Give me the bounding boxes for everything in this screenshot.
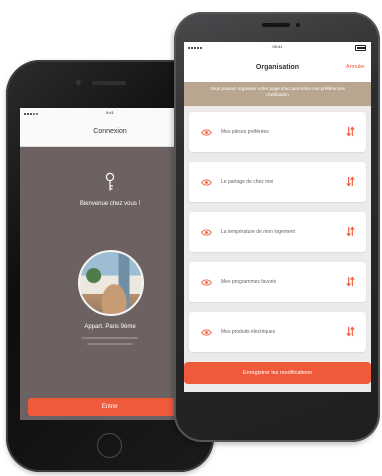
- earpiece-speaker: [92, 81, 126, 85]
- reorder-arrows-icon[interactable]: [345, 226, 356, 237]
- organisation-screen: 09:41 Organisation Annuler Vous pouvez o…: [184, 42, 371, 392]
- status-row: 09:41: [184, 44, 371, 51]
- list-item-label: Mes programmes favoris: [221, 279, 277, 285]
- status-time: 9:41: [106, 110, 114, 115]
- list-item-label: Le partage de chez moi: [221, 179, 274, 185]
- eye-icon[interactable]: [201, 179, 212, 186]
- right-phone: 09:41 Organisation Annuler Vous pouvez o…: [174, 12, 380, 442]
- cancel-button[interactable]: Annuler: [346, 53, 365, 82]
- eye-icon[interactable]: [201, 229, 212, 236]
- list-item-label: Mes produits électriques: [221, 329, 276, 335]
- front-camera: [296, 23, 300, 27]
- save-button[interactable]: Enregistrer les modifications: [184, 362, 371, 384]
- enter-button[interactable]: Entrer: [28, 398, 192, 416]
- nav-header: Organisation Annuler: [184, 53, 371, 83]
- status-bar: 9:41: [20, 110, 200, 117]
- list-item-label: Mes pièces préférées: [221, 129, 269, 135]
- status-bar: 09:41: [184, 42, 371, 53]
- list-item[interactable]: Mes pièces préférées: [189, 112, 366, 152]
- page-title: Organisation: [255, 64, 300, 71]
- page-title: Connexion: [93, 128, 127, 135]
- eye-icon[interactable]: [201, 329, 212, 336]
- list-item[interactable]: Mes programmes favoris: [189, 262, 366, 302]
- home-name: Appart. Paris 9ème: [84, 324, 136, 330]
- reorder-arrows-icon[interactable]: [345, 326, 356, 337]
- home-photo-avatar[interactable]: [78, 250, 144, 316]
- reorder-arrows-icon[interactable]: [345, 176, 356, 187]
- home-subtext-line: [82, 337, 138, 339]
- reorder-arrows-icon[interactable]: [345, 126, 356, 137]
- nav-header: 9:41 Connexion: [20, 108, 200, 147]
- list-item[interactable]: Le partage de chez moi: [189, 162, 366, 202]
- eye-icon[interactable]: [201, 129, 212, 136]
- front-camera: [76, 80, 81, 85]
- home-button[interactable]: [97, 433, 122, 458]
- eye-icon[interactable]: [201, 279, 212, 286]
- status-time: 09:41: [272, 44, 283, 49]
- home-subtext-line: [87, 343, 133, 345]
- mockup-stage: 9:41 Connexion Bienvenue chez vous ! App…: [0, 0, 382, 476]
- login-screen: 9:41 Connexion Bienvenue chez vous ! App…: [20, 108, 200, 420]
- list-item[interactable]: Mes produits électriques: [189, 312, 366, 352]
- reorder-arrows-icon[interactable]: [345, 276, 356, 287]
- key-icon: [105, 172, 115, 191]
- info-banner: Vous pouvez organiser votre page d'accue…: [184, 82, 371, 106]
- battery-icon: [355, 45, 366, 51]
- earpiece-speaker: [262, 23, 290, 27]
- welcome-text: Bienvenue chez vous !: [79, 201, 141, 207]
- list-item-label: La température de mon logement: [221, 229, 295, 235]
- list-item[interactable]: La température de mon logement: [189, 212, 366, 252]
